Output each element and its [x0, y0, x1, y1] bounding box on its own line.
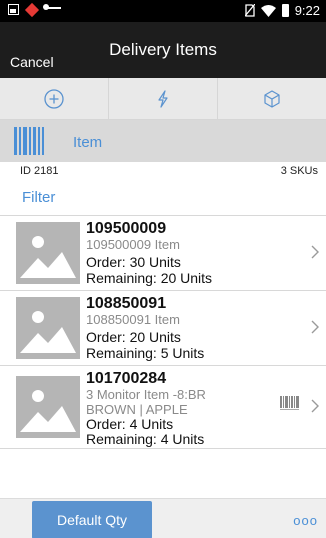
list-item[interactable]: 109500009 109500009 Item Order: 30 Units…	[0, 216, 326, 291]
item-sku: 108850091	[86, 295, 167, 312]
item-attributes: BROWN | APPLE	[86, 402, 188, 417]
delivery-id: ID 2181	[20, 165, 59, 177]
item-image-placeholder	[16, 222, 80, 284]
bottom-bar: Default Qty ooo	[0, 498, 326, 538]
chevron-right-icon	[311, 399, 319, 413]
container-button[interactable]	[218, 78, 326, 119]
item-name: 108850091 Item	[86, 312, 180, 327]
page-title: Delivery Items	[109, 40, 217, 59]
box-icon	[264, 89, 280, 108]
image-placeholder-icon	[20, 390, 76, 432]
item-remaining: Remaining: 5 Units	[86, 345, 205, 361]
key-icon	[43, 3, 61, 13]
item-remaining: Remaining: 4 Units	[86, 431, 205, 447]
scan-label: Item	[73, 134, 103, 151]
summary-row: ID 2181 3 SKUs	[0, 162, 326, 180]
item-order: Order: 30 Units	[86, 254, 181, 270]
scan-item-field[interactable]: Item	[0, 120, 326, 162]
image-placeholder-icon	[20, 311, 76, 353]
item-image-placeholder	[16, 297, 80, 359]
item-order: Order: 4 Units	[86, 416, 174, 432]
item-name: 3 Monitor Item -8:BR	[86, 387, 206, 402]
battery-icon	[281, 4, 289, 17]
list-item[interactable]: 108850091 108850091 Item Order: 20 Units…	[0, 291, 326, 366]
add-button[interactable]	[0, 78, 109, 119]
filter-row: Filter	[0, 180, 326, 216]
item-order: Order: 20 Units	[86, 329, 181, 345]
item-list: 109500009 109500009 Item Order: 30 Units…	[0, 216, 326, 449]
item-name: 109500009 Item	[86, 237, 180, 252]
add-circle-icon	[44, 88, 64, 109]
sku-count: 3 SKUs	[280, 165, 318, 177]
image-notification-icon	[8, 4, 19, 15]
app-notification-icon	[24, 2, 40, 17]
item-remaining: Remaining: 20 Units	[86, 270, 213, 286]
item-image-placeholder	[16, 376, 80, 438]
item-sku: 101700284	[86, 370, 167, 387]
wifi-icon	[260, 4, 276, 17]
no-sim-icon	[244, 4, 255, 17]
lightning-icon	[158, 89, 168, 108]
more-options-button[interactable]: ooo	[293, 513, 318, 528]
chevron-right-icon	[311, 245, 319, 259]
title-bar: Cancel Delivery Items	[0, 22, 326, 78]
item-sku: 109500009	[86, 220, 167, 237]
filter-link[interactable]: Filter	[22, 189, 55, 206]
image-placeholder-icon	[20, 236, 76, 278]
status-time: 9:22	[294, 3, 320, 18]
quick-action-button[interactable]	[109, 78, 218, 119]
toolbar	[0, 78, 326, 120]
barcode-icon	[280, 396, 299, 410]
default-qty-button[interactable]: Default Qty	[32, 501, 152, 538]
chevron-right-icon	[311, 320, 319, 334]
list-item[interactable]: 101700284 3 Monitor Item -8:BR BROWN | A…	[0, 366, 326, 449]
status-bar: 9:22	[0, 0, 326, 22]
barcode-scan-icon	[14, 127, 44, 155]
